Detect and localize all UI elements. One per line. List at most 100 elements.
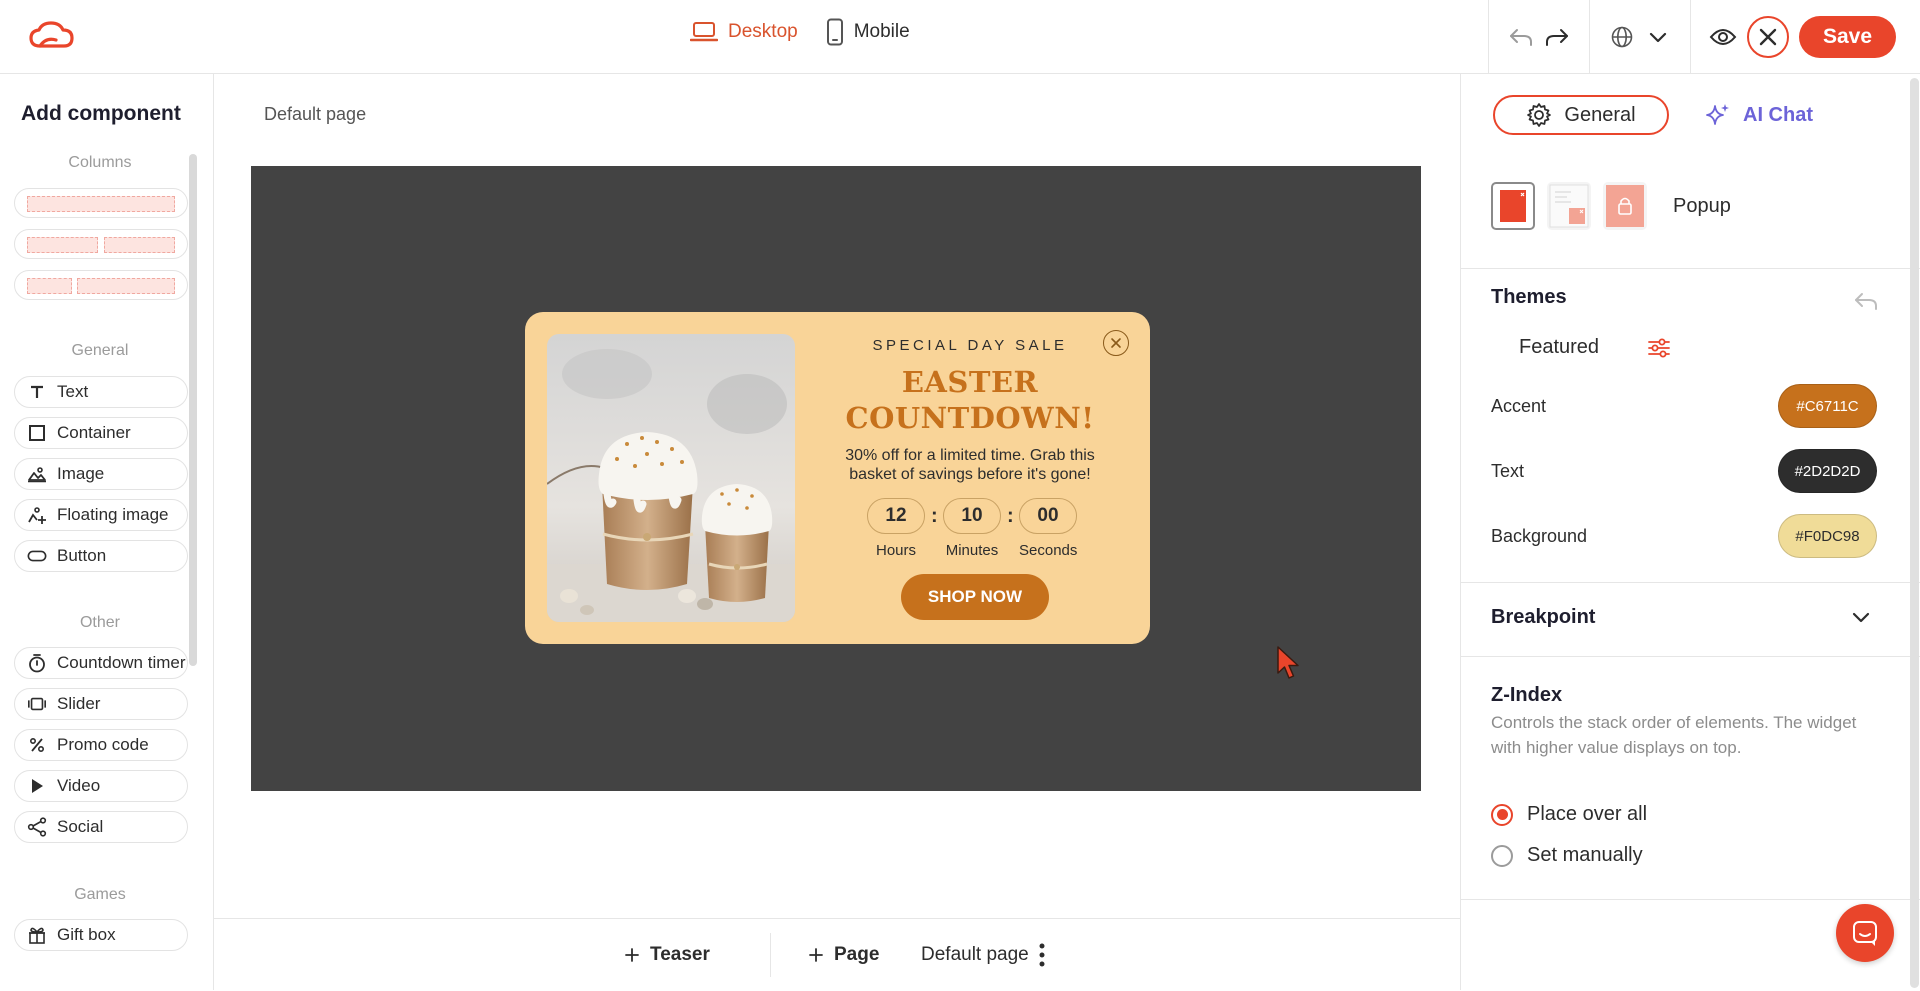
divider xyxy=(1461,899,1920,900)
timer-separator: : xyxy=(1007,504,1014,527)
add-teaser-button[interactable]: Teaser xyxy=(624,919,710,991)
component-gift-box[interactable]: Gift box xyxy=(14,919,188,951)
component-slider[interactable]: Slider xyxy=(14,688,188,720)
column-layout-3[interactable] xyxy=(14,270,188,300)
component-button[interactable]: Button xyxy=(14,540,188,572)
radio-label: Set manually xyxy=(1527,844,1643,866)
save-button[interactable]: Save xyxy=(1798,15,1896,58)
tab-ai-chat[interactable]: AI Chat xyxy=(1705,95,1813,135)
popup-headline: EASTER COUNTDOWN! xyxy=(820,364,1120,436)
divider xyxy=(1461,582,1920,583)
close-editor-button[interactable] xyxy=(1746,15,1789,58)
editor-canvas: Default page SPECIAL DAY SALE EASTER COU… xyxy=(214,74,1460,990)
component-text[interactable]: Text xyxy=(14,376,188,408)
color-row-text: Text #2D2D2D xyxy=(1491,449,1877,493)
easter-cake-image[interactable] xyxy=(547,334,795,622)
radio-label: Place over all xyxy=(1527,803,1648,825)
headline-line-2: COUNTDOWN! xyxy=(845,401,1095,435)
component-countdown-timer[interactable]: Countdown timer xyxy=(14,647,188,679)
column-cell xyxy=(104,237,175,253)
sidebar-title: Add component xyxy=(21,102,181,125)
column-layout-1[interactable] xyxy=(14,188,188,218)
mobile-label: Mobile xyxy=(853,21,910,42)
laptop-icon xyxy=(690,21,718,43)
headline-line-1: EASTER xyxy=(901,365,1039,399)
play-icon xyxy=(27,776,47,796)
sparkle-icon xyxy=(1705,102,1731,128)
image-icon xyxy=(27,464,47,484)
component-label: Countdown timer xyxy=(57,653,186,672)
radio-place-over-all[interactable]: Place over all xyxy=(1491,803,1647,826)
popup-description: 30% off for a limited time. Grab this ba… xyxy=(845,447,1095,483)
component-floating-image[interactable]: Floating image xyxy=(14,499,188,531)
timer-minutes: 10 xyxy=(943,498,1001,534)
color-label: Text xyxy=(1491,460,1525,481)
page-label: Page xyxy=(834,944,880,965)
reset-icon[interactable] xyxy=(1853,290,1879,312)
chevron-down-icon[interactable] xyxy=(1851,610,1871,624)
top-actions: Save xyxy=(1474,0,1896,73)
add-page-button[interactable]: Page xyxy=(808,919,879,991)
layout-popup-thumb[interactable] xyxy=(1491,182,1535,230)
timer-seconds: 00 xyxy=(1019,498,1077,534)
component-video[interactable]: Video xyxy=(14,770,188,802)
section-other: Other xyxy=(79,614,120,631)
preview-stage[interactable]: SPECIAL DAY SALE EASTER COUNTDOWN! 30% o… xyxy=(251,166,1421,791)
column-layout-2[interactable] xyxy=(14,229,188,259)
section-general: General xyxy=(71,342,129,359)
radio-checked-icon xyxy=(1491,803,1513,826)
mobile-button[interactable]: Mobile xyxy=(826,18,910,46)
globe-icon[interactable] xyxy=(1604,19,1640,55)
text-color-swatch[interactable]: #2D2D2D xyxy=(1778,449,1877,493)
layout-slide-in-thumb[interactable] xyxy=(1547,182,1591,230)
zindex-description: Controls the stack order of elements. Th… xyxy=(1491,713,1857,757)
desktop-button[interactable]: Desktop xyxy=(690,21,798,43)
component-label: Gift box xyxy=(57,925,116,944)
column-cell xyxy=(77,278,175,294)
component-container[interactable]: Container xyxy=(14,417,188,449)
minutes-label: Minutes xyxy=(945,542,999,559)
filter-sliders-icon[interactable] xyxy=(1646,335,1672,361)
timer-separator: : xyxy=(931,504,938,527)
component-social[interactable]: Social xyxy=(14,811,188,843)
divider xyxy=(1689,0,1691,73)
component-promo-code[interactable]: Promo code xyxy=(14,729,188,761)
floating-image-icon xyxy=(27,505,47,525)
popup-widget[interactable]: SPECIAL DAY SALE EASTER COUNTDOWN! 30% o… xyxy=(525,312,1150,644)
preview-eye-icon[interactable] xyxy=(1705,19,1741,55)
sidebar-scrollbar[interactable] xyxy=(189,154,197,666)
divider xyxy=(1487,0,1489,73)
support-chat-button[interactable] xyxy=(1836,904,1894,962)
shop-now-button[interactable]: SHOP NOW xyxy=(901,574,1049,620)
tab-general-label: General xyxy=(1564,103,1636,126)
current-page-tab[interactable]: Default page xyxy=(921,919,1045,991)
component-label: Image xyxy=(57,464,105,483)
panel-scrollbar[interactable] xyxy=(1910,78,1919,988)
color-label: Accent xyxy=(1491,395,1547,416)
accent-color-swatch[interactable]: #C6711C xyxy=(1778,384,1877,428)
background-color-swatch[interactable]: #F0DC98 xyxy=(1778,514,1877,558)
themes-filter-label[interactable]: Featured xyxy=(1519,336,1599,359)
undo-icon[interactable] xyxy=(1503,19,1539,55)
chevron-down-icon[interactable] xyxy=(1640,19,1676,55)
countdown-timer[interactable]: 12 : 10 : 00 xyxy=(867,498,1077,534)
tab-general[interactable]: General xyxy=(1493,95,1669,135)
breakpoint-title[interactable]: Breakpoint xyxy=(1491,606,1595,629)
mouse-cursor-icon xyxy=(1276,645,1302,681)
tab-ai-label: AI Chat xyxy=(1743,103,1813,126)
stopwatch-icon xyxy=(27,653,47,673)
close-icon xyxy=(1758,27,1778,47)
column-cell xyxy=(27,237,98,253)
radio-set-manually[interactable]: Set manually xyxy=(1491,844,1643,867)
cloud-logo-icon[interactable] xyxy=(28,20,76,50)
radio-unchecked-icon xyxy=(1491,844,1513,867)
redo-icon[interactable] xyxy=(1539,19,1575,55)
component-image[interactable]: Image xyxy=(14,458,188,490)
component-label: Container xyxy=(57,423,131,442)
zindex-title: Z-Index xyxy=(1491,684,1563,706)
color-row-background: Background #F0DC98 xyxy=(1491,514,1877,558)
divider xyxy=(770,933,771,977)
component-label: Social xyxy=(57,817,104,836)
layout-lock-thumb[interactable] xyxy=(1603,182,1647,230)
more-vertical-icon[interactable] xyxy=(1039,943,1045,967)
